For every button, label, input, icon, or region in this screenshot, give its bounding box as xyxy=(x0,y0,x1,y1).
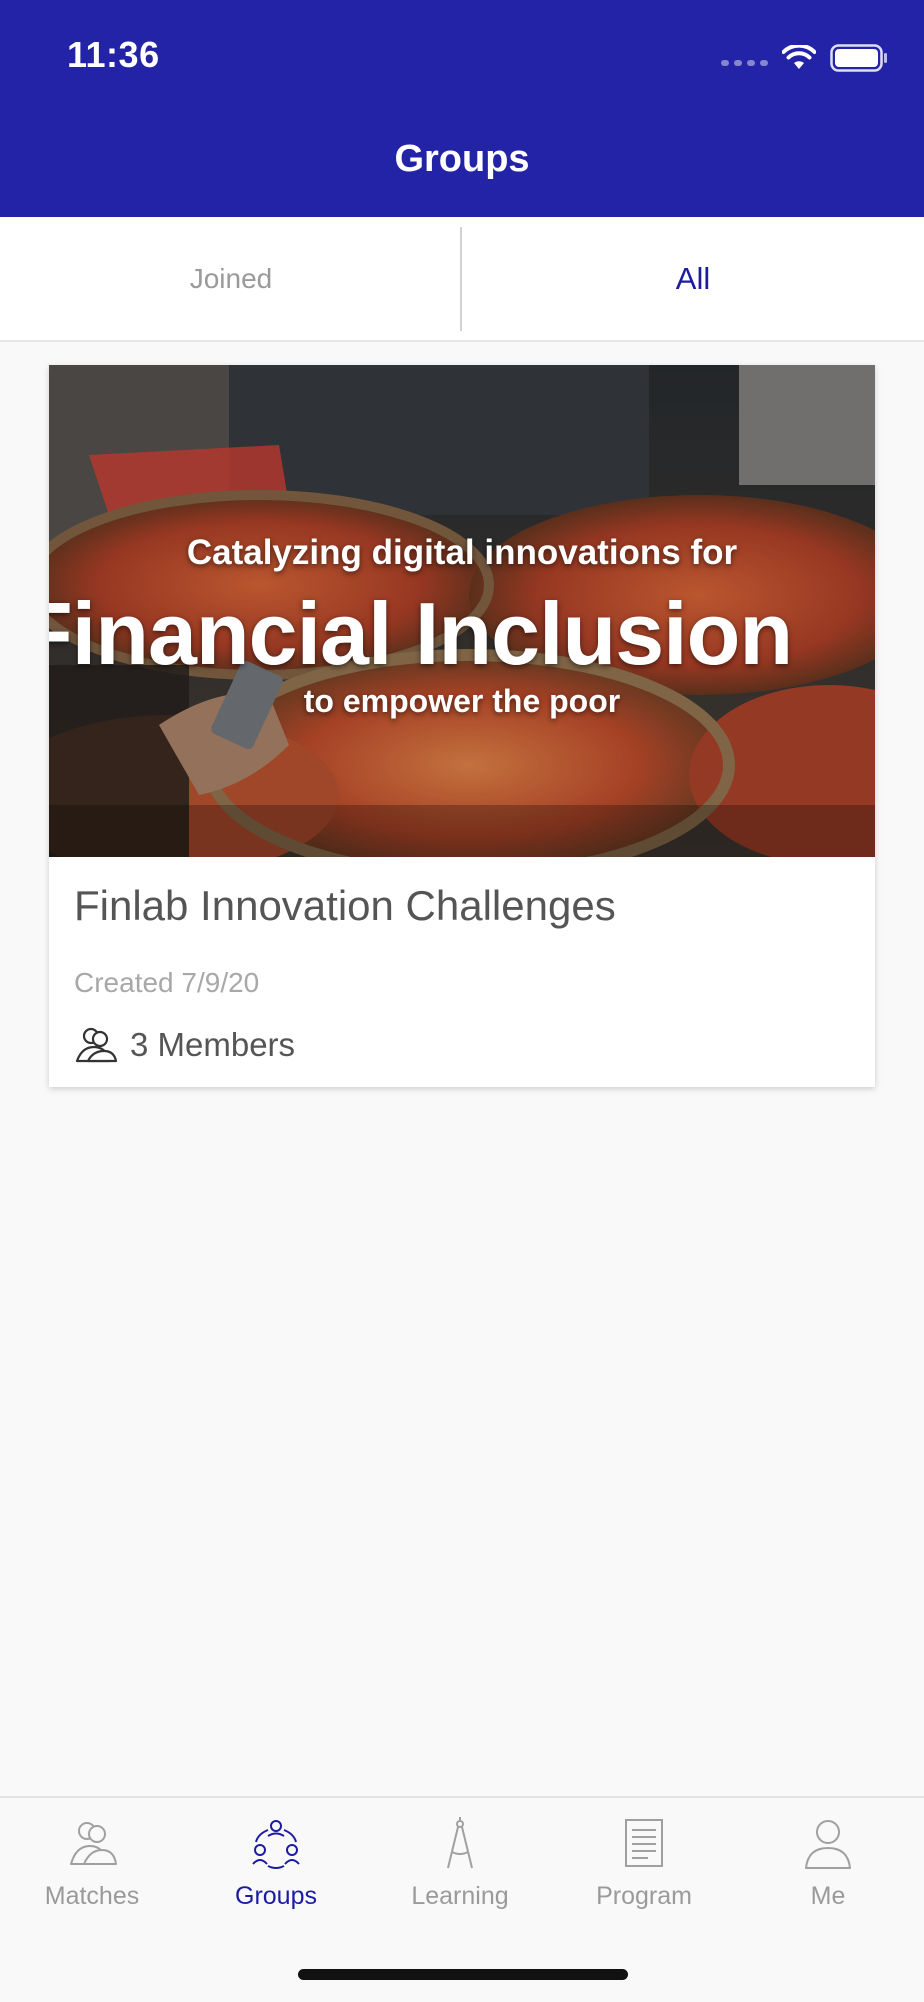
tab-program[interactable]: Program xyxy=(552,1816,736,1926)
tab-label: Learning xyxy=(411,1882,509,1910)
tab-me[interactable]: Me xyxy=(736,1816,920,1926)
tab-label: Program xyxy=(596,1882,692,1910)
group-card[interactable]: Catalyzing digital innovations for Finan… xyxy=(49,365,875,1087)
document-icon xyxy=(625,1819,663,1867)
status-time: 11:36 xyxy=(67,34,160,75)
members-count: 3 Members xyxy=(130,1026,296,1063)
tab-label: Me xyxy=(810,1882,846,1910)
page-title: Groups xyxy=(394,138,530,180)
tab-groups[interactable]: Groups xyxy=(184,1816,368,1926)
compass-icon xyxy=(447,1817,473,1869)
tab-joined[interactable]: Joined xyxy=(0,217,462,340)
group-network-icon xyxy=(252,1820,300,1869)
tab-label: Matches xyxy=(44,1882,140,1910)
status-indicators xyxy=(721,38,888,78)
group-banner-image: Catalyzing digital innovations for Finan… xyxy=(49,365,875,857)
banner-line-3: to empower the poor xyxy=(303,683,621,719)
person-icon xyxy=(805,1820,851,1869)
group-created-date: Created 7/9/20 xyxy=(74,967,260,998)
home-indicator xyxy=(298,1969,628,1980)
wifi-icon xyxy=(782,45,816,69)
group-title: Finlab Innovation Challenges xyxy=(74,882,616,929)
tab-learning[interactable]: Learning xyxy=(368,1816,552,1926)
banner-line-2: Financial Inclusion xyxy=(49,584,793,683)
segment-divider xyxy=(460,227,462,331)
people-icon xyxy=(75,1027,118,1063)
segmented-control: Joined All xyxy=(0,217,924,342)
tab-label: Groups xyxy=(235,1882,317,1910)
people-icon xyxy=(70,1822,117,1865)
banner-line-1: Catalyzing digital innovations for xyxy=(186,533,738,572)
cellular-signal-icon xyxy=(721,60,768,66)
tab-all[interactable]: All xyxy=(462,217,924,340)
battery-icon xyxy=(830,44,887,72)
group-members: 3 Members xyxy=(74,1025,295,1065)
tab-matches[interactable]: Matches xyxy=(0,1816,184,1926)
nav-header: 11:36 Groups xyxy=(0,0,924,217)
banner-text: Catalyzing digital innovations for Finan… xyxy=(49,365,875,857)
